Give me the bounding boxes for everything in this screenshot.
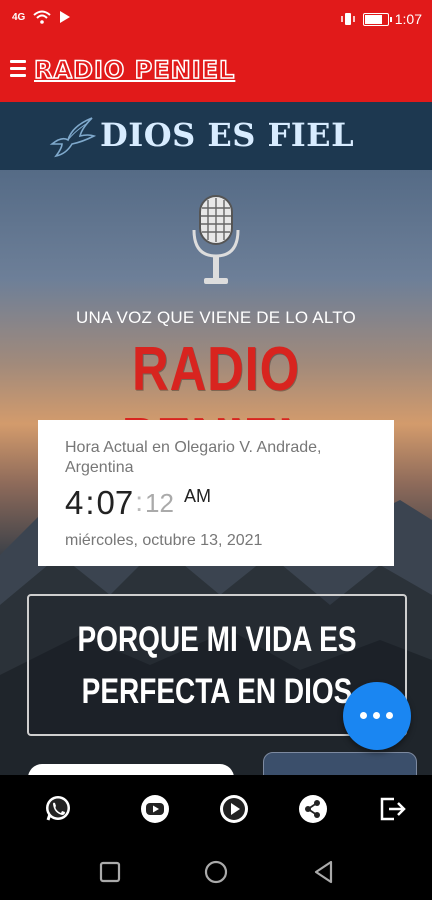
- clock-colon-seconds: :: [135, 486, 144, 517]
- share-icon[interactable]: [297, 793, 329, 825]
- header-banner: DIOS ES FIEL: [0, 102, 432, 170]
- home-button[interactable]: [203, 859, 229, 885]
- clock-widget: Hora Actual en Olegario V. Andrade, Arge…: [38, 420, 394, 566]
- verse-line-2: PERFECTA EN DIOS: [81, 672, 353, 711]
- clock-date: miércoles, octubre 13, 2021: [65, 532, 263, 549]
- clock-hour: 4: [65, 484, 84, 521]
- dove-icon: [49, 117, 97, 158]
- vibrate-icon: [341, 13, 355, 25]
- app-logo: RADIO PENIEL: [33, 55, 236, 85]
- clock-time: 4 : 07 : 12 AM: [65, 484, 211, 522]
- microphone-icon: [192, 195, 240, 284]
- hero-section: UNA VOZ QUE VIENE DE LO ALTO RADIO PENIE…: [0, 170, 432, 775]
- status-left: 4G: [12, 10, 71, 24]
- whatsapp-icon[interactable]: [42, 793, 74, 825]
- wifi-icon: [33, 10, 52, 24]
- more-options-button[interactable]: [343, 682, 411, 750]
- status-time: 1:07: [394, 11, 422, 27]
- clock-location: Hora Actual en Olegario V. Andrade, Arge…: [65, 439, 322, 476]
- clock-ampm: AM: [183, 486, 211, 506]
- verse-line-1: PORQUE MI VIDA ES: [77, 620, 357, 659]
- bottom-nav: [0, 775, 432, 845]
- verse-text: PORQUE MI VIDA ES PERFECTA EN DIOS: [67, 614, 368, 718]
- logout-icon[interactable]: [376, 793, 408, 825]
- status-right: 1:07: [339, 11, 422, 27]
- play-store-icon: [60, 11, 71, 23]
- peek-card-right: [263, 752, 417, 775]
- app-bar: RADIO PENIEL: [0, 40, 432, 102]
- youtube-icon[interactable]: [139, 793, 171, 825]
- play-icon[interactable]: [218, 793, 250, 825]
- signal-icon: 4G: [12, 11, 26, 23]
- back-button[interactable]: [311, 859, 337, 885]
- recents-button[interactable]: [97, 859, 123, 885]
- clock-minute: 07: [96, 484, 134, 521]
- clock-colon: :: [85, 484, 95, 521]
- status-bar: 4G 1:07: [0, 0, 432, 40]
- clock-second: 12: [145, 488, 174, 518]
- battery-icon: [362, 12, 392, 26]
- peek-card-left: [28, 764, 234, 775]
- system-nav-bar: [0, 845, 432, 900]
- tagline: UNA VOZ QUE VIENE DE LO ALTO: [76, 308, 356, 327]
- menu-icon[interactable]: [10, 60, 26, 80]
- banner-title: DIOS ES FIEL: [100, 116, 355, 154]
